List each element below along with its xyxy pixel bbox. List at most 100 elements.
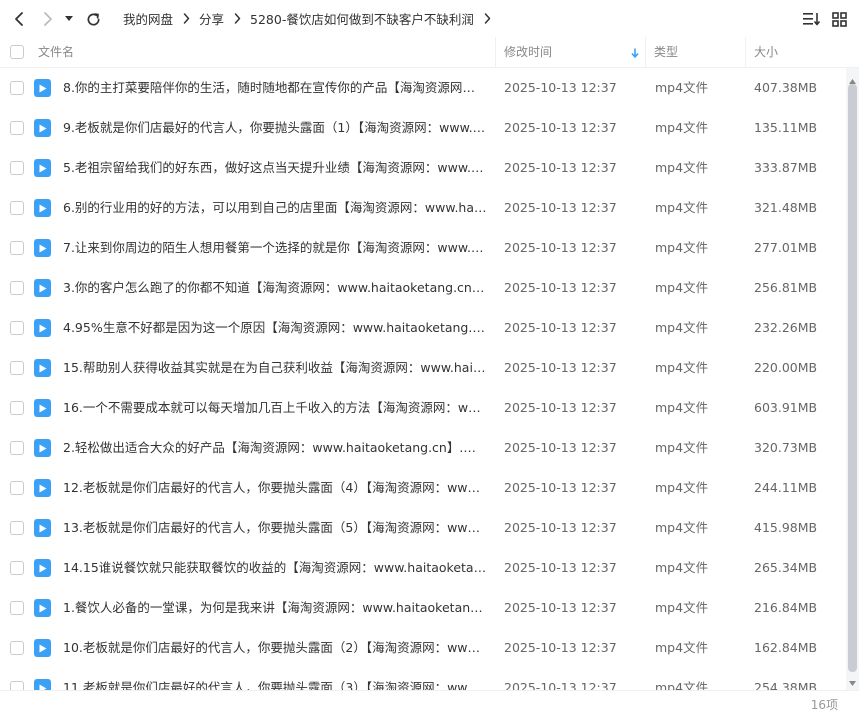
file-size: 265.34MB	[754, 560, 818, 575]
refresh-button[interactable]	[82, 8, 104, 30]
sort-desc-icon[interactable]	[631, 37, 639, 67]
forward-button[interactable]	[37, 8, 59, 30]
file-name[interactable]: 4.95%生意不好都是因为这一个原因【海淘资源网：www.haitaoketan…	[63, 308, 487, 348]
file-size: 220.00MB	[754, 360, 818, 375]
file-modified-time: 2025-10-13 12:37	[504, 240, 617, 255]
sort-button[interactable]	[802, 9, 822, 29]
file-row[interactable]: 14.15谁说餐饮就只能获取餐饮的收益的【海淘资源网：www.haitaoket…	[0, 548, 845, 588]
file-row[interactable]: 3.你的客户怎么跑了的你都不知道【海淘资源网：www.haitaoketang.…	[0, 268, 845, 308]
file-type: mp4文件	[655, 680, 709, 690]
column-divider[interactable]	[645, 37, 646, 68]
file-name[interactable]: 11.老板就是你们店最好的代言人，你要抛头露面（3）【海淘资源网：www.hai…	[63, 668, 487, 690]
row-checkbox[interactable]	[10, 441, 24, 455]
vertical-scrollbar[interactable]	[846, 68, 859, 690]
chevron-left-icon	[15, 12, 23, 26]
grid-view-button[interactable]	[829, 9, 849, 29]
file-modified-time: 2025-10-13 12:37	[504, 520, 617, 535]
scrollbar-thumb[interactable]	[848, 84, 857, 672]
file-name[interactable]: 13.老板就是你们店最好的代言人，你要抛头露面（5）【海淘资源网：www.hai…	[63, 508, 487, 548]
row-checkbox[interactable]	[10, 361, 24, 375]
file-type: mp4文件	[655, 440, 709, 455]
row-checkbox[interactable]	[10, 121, 24, 135]
file-size: 333.87MB	[754, 160, 818, 175]
file-name[interactable]: 1.餐饮人必备的一堂课，为何是我来讲【海淘资源网：www.haitaoketan…	[63, 588, 487, 628]
file-row[interactable]: 1.餐饮人必备的一堂课，为何是我来讲【海淘资源网：www.haitaoketan…	[0, 588, 845, 628]
row-checkbox[interactable]	[10, 641, 24, 655]
file-name[interactable]: 8.你的主打菜要陪伴你的生活，随时随地都在宣传你的产品【海淘资源网：www.ha…	[63, 68, 487, 108]
file-row[interactable]: 4.95%生意不好都是因为这一个原因【海淘资源网：www.haitaoketan…	[0, 308, 845, 348]
file-type: mp4文件	[655, 360, 709, 375]
file-modified-time: 2025-10-13 12:37	[504, 680, 617, 690]
select-all-checkbox[interactable]	[10, 45, 24, 59]
row-checkbox[interactable]	[10, 201, 24, 215]
file-type: mp4文件	[655, 480, 709, 495]
row-checkbox[interactable]	[10, 681, 24, 690]
file-type: mp4文件	[655, 280, 709, 295]
file-row[interactable]: 10.老板就是你们店最好的代言人，你要抛头露面（2）【海淘资源网：www.hai…	[0, 628, 845, 668]
file-row[interactable]: 12.老板就是你们店最好的代言人，你要抛头露面（4）【海淘资源网：www.hai…	[0, 468, 845, 508]
file-row[interactable]: 2.轻松做出适合大众的好产品【海淘资源网：www.haitaoketang.cn…	[0, 428, 845, 468]
column-divider[interactable]	[495, 37, 496, 68]
file-name[interactable]: 9.老板就是你们店最好的代言人，你要抛头露面（1）【海淘资源网：www.hait…	[63, 108, 487, 148]
file-name[interactable]: 7.让来到你周边的陌生人想用餐第一个选择的就是你【海淘资源网：www.haita…	[63, 228, 487, 268]
file-size: 256.81MB	[754, 280, 818, 295]
column-divider[interactable]	[745, 37, 746, 68]
row-checkbox[interactable]	[10, 321, 24, 335]
video-file-icon	[34, 559, 51, 577]
row-checkbox[interactable]	[10, 521, 24, 535]
row-checkbox[interactable]	[10, 601, 24, 615]
caret-down-icon	[65, 16, 73, 21]
file-modified-time: 2025-10-13 12:37	[504, 560, 617, 575]
file-type: mp4文件	[655, 640, 709, 655]
file-row[interactable]: 8.你的主打菜要陪伴你的生活，随时随地都在宣传你的产品【海淘资源网：www.ha…	[0, 68, 845, 108]
file-row[interactable]: 15.帮助别人获得收益其实就是在为自己获利收益【海淘资源网：www.haitao…	[0, 348, 845, 388]
file-name[interactable]: 16.一个不需要成本就可以每天增加几百上千收入的方法【海淘资源网：www.hai…	[63, 388, 487, 428]
file-modified-time: 2025-10-13 12:37	[504, 400, 617, 415]
file-row[interactable]: 5.老祖宗留给我们的好东西，做好这点当天提升业绩【海淘资源网：www.haita…	[0, 148, 845, 188]
breadcrumb-item-my-drive[interactable]: 我的网盘	[123, 9, 173, 28]
file-size: 135.11MB	[754, 120, 818, 135]
file-modified-time: 2025-10-13 12:37	[504, 640, 617, 655]
row-checkbox[interactable]	[10, 281, 24, 295]
file-row[interactable]: 7.让来到你周边的陌生人想用餐第一个选择的就是你【海淘资源网：www.haita…	[0, 228, 845, 268]
file-row[interactable]: 11.老板就是你们店最好的代言人，你要抛头露面（3）【海淘资源网：www.hai…	[0, 668, 845, 690]
file-row[interactable]: 13.老板就是你们店最好的代言人，你要抛头露面（5）【海淘资源网：www.hai…	[0, 508, 845, 548]
file-name[interactable]: 14.15谁说餐饮就只能获取餐饮的收益的【海淘资源网：www.haitaoket…	[63, 548, 487, 588]
history-dropdown-button[interactable]	[62, 8, 76, 30]
column-header-modified[interactable]: 修改时间	[504, 37, 552, 67]
column-header-size[interactable]: 大小	[754, 37, 778, 67]
file-type: mp4文件	[655, 520, 709, 535]
column-header-name[interactable]: 文件名	[38, 37, 74, 67]
file-size: 321.48MB	[754, 200, 818, 215]
file-size: 320.73MB	[754, 440, 818, 455]
file-row[interactable]: 6.别的行业用的好的方法，可以用到自己的店里面【海淘资源网：www.haitao…	[0, 188, 845, 228]
file-name[interactable]: 6.别的行业用的好的方法，可以用到自己的店里面【海淘资源网：www.haitao…	[63, 188, 487, 228]
file-name[interactable]: 3.你的客户怎么跑了的你都不知道【海淘资源网：www.haitaoketang.…	[63, 268, 487, 308]
file-modified-time: 2025-10-13 12:37	[504, 480, 617, 495]
file-type: mp4文件	[655, 560, 709, 575]
file-name[interactable]: 5.老祖宗留给我们的好东西，做好这点当天提升业绩【海淘资源网：www.haita…	[63, 148, 487, 188]
file-row[interactable]: 9.老板就是你们店最好的代言人，你要抛头露面（1）【海淘资源网：www.hait…	[0, 108, 845, 148]
file-name[interactable]: 10.老板就是你们店最好的代言人，你要抛头露面（2）【海淘资源网：www.hai…	[63, 628, 487, 668]
video-file-icon	[34, 119, 51, 137]
file-size: 254.38MB	[754, 680, 818, 690]
video-file-icon	[34, 199, 51, 217]
breadcrumb-item-current-folder[interactable]: 5280-餐饮店如何做到不缺客户不缺利润	[250, 9, 474, 28]
file-modified-time: 2025-10-13 12:37	[504, 360, 617, 375]
sort-list-icon	[803, 13, 821, 26]
row-checkbox[interactable]	[10, 161, 24, 175]
row-checkbox[interactable]	[10, 241, 24, 255]
breadcrumb-item-share[interactable]: 分享	[199, 9, 224, 28]
file-name[interactable]: 2.轻松做出适合大众的好产品【海淘资源网：www.haitaoketang.cn…	[63, 428, 487, 468]
file-row[interactable]: 16.一个不需要成本就可以每天增加几百上千收入的方法【海淘资源网：www.hai…	[0, 388, 845, 428]
file-name[interactable]: 15.帮助别人获得收益其实就是在为自己获利收益【海淘资源网：www.haitao…	[63, 348, 487, 388]
row-checkbox[interactable]	[10, 481, 24, 495]
row-checkbox[interactable]	[10, 561, 24, 575]
column-header-type[interactable]: 类型	[654, 37, 678, 67]
file-modified-time: 2025-10-13 12:37	[504, 160, 617, 175]
scroll-down-arrow-icon[interactable]	[849, 675, 856, 690]
row-checkbox[interactable]	[10, 401, 24, 415]
back-button[interactable]	[8, 8, 30, 30]
row-checkbox[interactable]	[10, 81, 24, 95]
file-name[interactable]: 12.老板就是你们店最好的代言人，你要抛头露面（4）【海淘资源网：www.hai…	[63, 468, 487, 508]
